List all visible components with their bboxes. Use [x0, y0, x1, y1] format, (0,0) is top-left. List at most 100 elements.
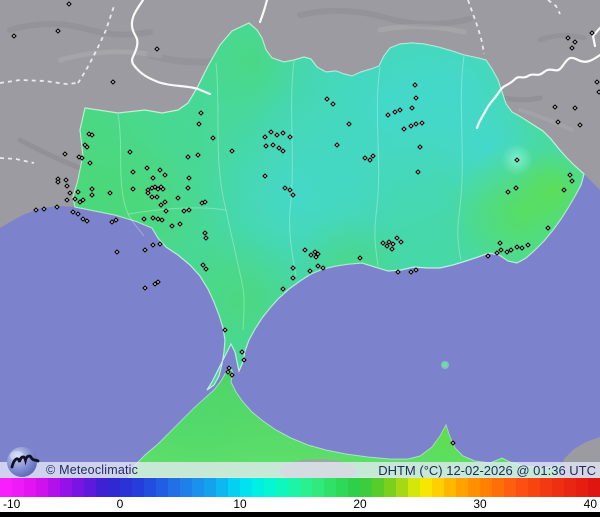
station-marker-center [69, 192, 71, 194]
station-marker-center [400, 241, 402, 243]
scale-color-cell [156, 478, 168, 497]
station-marker-center [315, 256, 317, 258]
station-marker-center [414, 84, 416, 86]
station-marker-center [487, 255, 489, 257]
station-marker-center [204, 232, 206, 234]
station-marker-center [66, 199, 68, 201]
station-marker-center [146, 167, 148, 169]
station-marker-center [212, 137, 214, 139]
station-marker-center [82, 199, 84, 201]
station-marker-center [382, 242, 384, 244]
scale-color-cell [540, 478, 552, 497]
station-marker-center [386, 245, 388, 247]
station-marker-center [415, 269, 417, 271]
station-marker-center [144, 249, 146, 251]
station-marker-center [187, 187, 189, 189]
station-marker-center [364, 157, 366, 159]
station-marker-center [521, 247, 523, 249]
scale-color-cell [204, 478, 216, 497]
station-marker-center [112, 81, 114, 83]
scale-color-cell [516, 478, 528, 497]
station-marker-center [396, 237, 398, 239]
scale-color-cell [576, 478, 588, 497]
scale-color-cell [12, 478, 24, 497]
temperature-scale-bar [0, 478, 600, 497]
station-marker-center [162, 188, 164, 190]
station-marker-center [317, 253, 319, 255]
station-marker-center [392, 243, 394, 245]
station-marker-center [399, 109, 401, 111]
scale-color-cell [300, 478, 312, 497]
scale-color-cell [492, 478, 504, 497]
scale-color-cell [252, 478, 264, 497]
station-marker-center [86, 220, 88, 222]
station-marker-center [157, 218, 159, 220]
station-marker-center [394, 111, 396, 113]
scale-color-cell [384, 478, 396, 497]
station-marker-center [243, 359, 245, 361]
station-marker-center [272, 144, 274, 146]
weather-map-app: © Meteoclimatic DHTM (°C) 12-02-2026 @ 0… [0, 0, 600, 517]
station-marker-center [72, 211, 74, 213]
station-marker-center [292, 194, 294, 196]
map-canvas[interactable]: © Meteoclimatic DHTM (°C) 12-02-2026 @ 0… [0, 0, 600, 478]
station-marker-center [157, 281, 159, 283]
station-marker-center [547, 227, 549, 229]
station-marker-center [202, 264, 204, 266]
station-marker-center [304, 249, 306, 251]
scale-color-cell [192, 478, 204, 497]
timestamp-text: DHTM (°C) 12-02-2026 @ 01:36 UTC [378, 462, 596, 478]
station-marker-center [411, 107, 413, 109]
station-marker-center [397, 271, 399, 273]
station-marker-center [160, 186, 162, 188]
station-marker-center [567, 37, 569, 39]
station-marker-center [410, 125, 412, 127]
station-marker-center [579, 124, 581, 126]
station-marker-center [574, 41, 576, 43]
station-marker-center [369, 159, 371, 161]
scale-tick-label: 20 [353, 497, 367, 511]
station-marker-center [35, 209, 37, 211]
station-marker-center [314, 251, 316, 253]
station-marker-center [387, 114, 389, 116]
station-marker-center [89, 162, 91, 164]
station-marker-center [164, 201, 166, 203]
station-marker-center [574, 107, 576, 109]
station-marker-center [410, 271, 412, 273]
station-marker-center [200, 112, 202, 114]
station-marker-center [557, 121, 559, 123]
station-marker-center [415, 97, 417, 99]
scale-color-cell [456, 478, 468, 497]
station-marker-center [282, 288, 284, 290]
station-marker-center [270, 131, 272, 133]
scale-color-cell [276, 478, 288, 497]
station-marker-center [77, 191, 79, 193]
credit-band: © Meteoclimatic DHTM (°C) 12-02-2026 @ 0… [0, 447, 600, 478]
station-marker-center [159, 243, 161, 245]
station-marker-center [317, 265, 319, 267]
scale-color-cell [288, 478, 300, 497]
scale-color-cell [444, 478, 456, 497]
meteoclimatic-logo-icon[interactable] [6, 445, 40, 478]
station-marker-center [179, 223, 181, 225]
station-marker-center [403, 128, 405, 130]
scale-color-cell [24, 478, 36, 497]
station-marker-center [563, 189, 565, 191]
scale-color-cell [372, 478, 384, 497]
station-marker-center [177, 197, 179, 199]
scale-color-cell [468, 478, 480, 497]
station-marker-center [144, 287, 146, 289]
station-marker-center [591, 32, 593, 34]
station-marker-center [276, 134, 278, 136]
scale-color-cell [120, 478, 132, 497]
scale-color-cell [228, 478, 240, 497]
station-marker-center [231, 374, 233, 376]
station-marker-center [452, 442, 454, 444]
station-marker-center [309, 270, 311, 272]
station-marker-center [91, 134, 93, 136]
scale-color-cell [72, 478, 84, 497]
station-marker-center [224, 329, 226, 331]
scale-color-cell [588, 478, 600, 497]
station-marker-center [527, 244, 529, 246]
scale-color-cell [528, 478, 540, 497]
